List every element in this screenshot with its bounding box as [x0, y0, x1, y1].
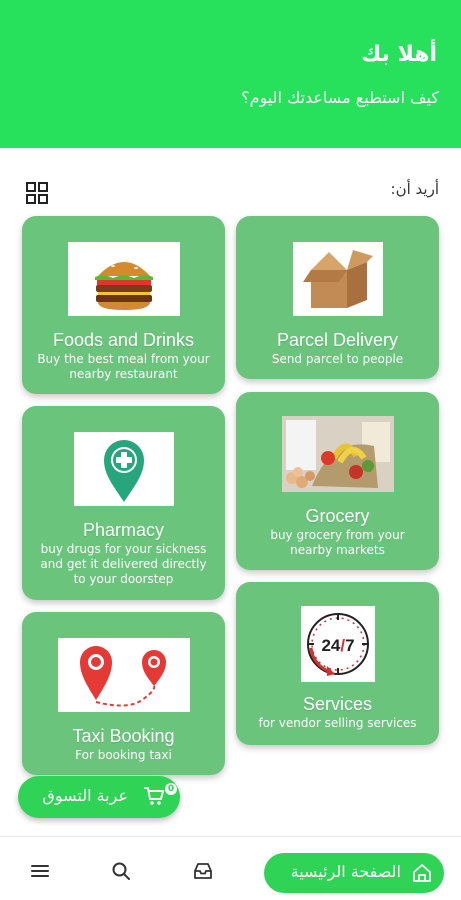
service-title: Services — [302, 694, 373, 714]
service-description: Buy the best meal from your nearby resta… — [37, 352, 210, 381]
service-title: Parcel Delivery — [276, 330, 399, 350]
home-button[interactable]: الصفحة الرئيسية — [264, 853, 444, 893]
search-icon[interactable] — [111, 861, 131, 881]
cart-label: عربة التسوق — [42, 786, 128, 805]
grid-icon[interactable] — [26, 182, 48, 204]
shopping-cart-button[interactable]: عربة التسوق 0 — [18, 776, 180, 818]
grocery-image — [281, 416, 394, 492]
service-description: For booking taxi — [75, 748, 172, 762]
service-title: Pharmacy — [82, 520, 165, 540]
menu-icon[interactable] — [30, 861, 50, 881]
home-icon — [412, 863, 432, 883]
service-card-pharmacy[interactable]: Pharmacy buy drugs for your sickness and… — [22, 406, 225, 600]
pharmacy-pin-image — [73, 432, 174, 506]
cart-icon — [144, 785, 166, 807]
bottom-navigation: الصفحة الرئيسية — [0, 836, 461, 900]
24-7-clock-image: 24/7 — [300, 606, 375, 682]
cart-count-badge: 0 — [165, 783, 177, 795]
greeting-title: أهلا بك — [361, 42, 437, 67]
burger-image — [67, 242, 180, 316]
service-description: Send parcel to people — [271, 352, 404, 366]
header: أهلا بك كيف استطيع مساعدتك اليوم؟ — [0, 0, 461, 148]
service-title: Foods and Drinks — [52, 330, 195, 350]
service-description: buy grocery from your nearby markets — [270, 528, 405, 557]
service-description: buy drugs for your sickness and get it d… — [40, 542, 207, 586]
section-label: أريد أن: — [390, 180, 439, 198]
service-title: Grocery — [305, 506, 370, 526]
service-card-parcel[interactable]: Parcel Delivery Send parcel to people — [236, 216, 439, 379]
service-title: Taxi Booking — [72, 726, 175, 746]
service-card-taxi[interactable]: Taxi Booking For booking taxi — [22, 612, 225, 775]
route-pins-image — [57, 638, 190, 712]
home-label: الصفحة الرئيسية — [290, 862, 401, 881]
service-description: for vendor selling services — [258, 716, 417, 730]
service-card-foods[interactable]: Foods and Drinks Buy the best meal from … — [22, 216, 225, 394]
box-image — [292, 242, 383, 316]
inbox-icon[interactable] — [193, 861, 213, 881]
svg-text:24/7: 24/7 — [321, 636, 354, 655]
service-card-grocery[interactable]: Grocery buy grocery from your nearby mar… — [236, 392, 439, 570]
service-card-services[interactable]: 24/7 Services for vendor selling service… — [236, 582, 439, 745]
greeting-subtitle: كيف استطيع مساعدتك اليوم؟ — [241, 88, 439, 107]
